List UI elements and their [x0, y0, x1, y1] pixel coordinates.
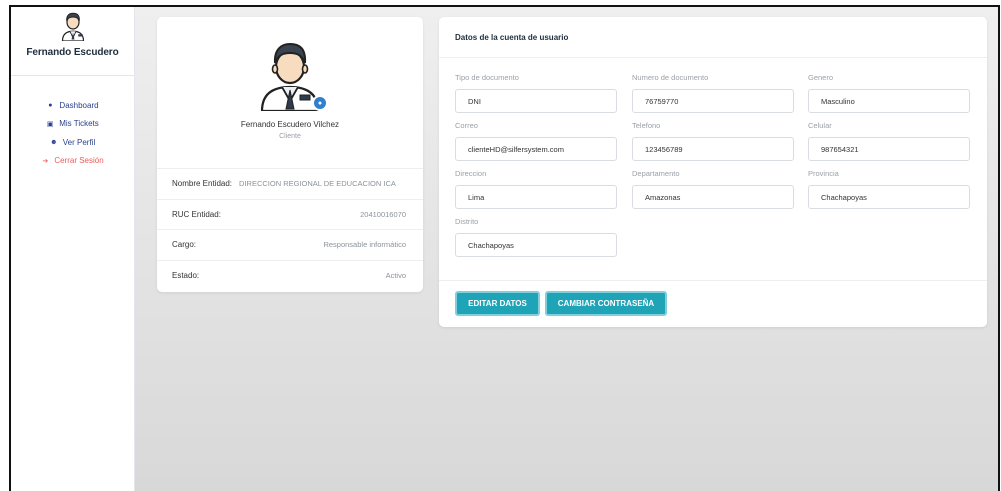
field-numero-documento: Numero de documento 76759770: [632, 73, 794, 113]
account-actions: EDITAR DATOS CAMBIAR CONTRASEÑA: [439, 280, 987, 327]
sidebar-menu: ● Dashboard ▣ Mis Tickets ☻ Ver Perfil ➔…: [11, 76, 134, 170]
field-label: Distrito: [455, 217, 479, 226]
profile-row-cargo: Cargo: Responsable informático: [157, 230, 423, 261]
account-fields: Tipo de documento DNI Numero de document…: [439, 58, 987, 280]
profile-header: ● Fernando Escudero Vilchez Cliente: [157, 17, 423, 169]
row-label: RUC Entidad:: [172, 209, 221, 219]
change-password-button[interactable]: CAMBIAR CONTRASEÑA: [545, 291, 667, 316]
field-celular: Celular 987654321: [808, 121, 970, 161]
profile-role: Cliente: [279, 133, 301, 140]
sidebar-item-cerrar-sesion[interactable]: ➔ Cerrar Sesión: [41, 152, 103, 171]
sidebar-user-name: Fernando Escudero: [26, 47, 119, 58]
provincia-input[interactable]: Chachapoyas: [808, 185, 970, 209]
sidebar-item-ver-perfil[interactable]: ☻ Ver Perfil: [50, 133, 95, 152]
numero-documento-input[interactable]: 76759770: [632, 89, 794, 113]
field-provincia: Provincia Chachapoyas: [808, 169, 970, 209]
sidebar-item-label: Ver Perfil: [62, 137, 96, 147]
field-label: Telefono: [632, 121, 661, 130]
telefono-input[interactable]: 123456789: [632, 137, 794, 161]
camera-icon[interactable]: ●: [312, 95, 328, 111]
row-label: Estado:: [172, 271, 200, 281]
sidebar: Fernando Escudero ● Dashboard ▣ Mis Tick…: [11, 7, 135, 491]
row-value: Activo: [385, 271, 406, 281]
account-card: Datos de la cuenta de usuario Tipo de do…: [439, 17, 987, 327]
user-avatar-icon: [61, 12, 84, 41]
field-label: Tipo de documento: [455, 73, 519, 82]
sidebar-item-label: Mis Tickets: [59, 119, 99, 129]
row-label: Nombre Entidad:: [172, 179, 233, 189]
field-label: Numero de documento: [632, 73, 709, 82]
field-correo: Correo clienteHD@silfersystem.com: [455, 121, 617, 161]
row-label: Cargo:: [172, 240, 197, 250]
celular-input[interactable]: 987654321: [808, 137, 970, 161]
field-telefono: Telefono 123456789: [632, 121, 794, 161]
users-icon: ☻: [50, 138, 58, 146]
distrito-input[interactable]: Chachapoyas: [455, 233, 617, 257]
home-icon: ●: [48, 101, 53, 109]
field-genero: Genero Masculino: [808, 73, 970, 113]
field-direccion: Direccion Lima: [455, 169, 617, 209]
sidebar-item-dashboard[interactable]: ● Dashboard: [46, 96, 98, 115]
tipo-documento-input[interactable]: DNI: [455, 89, 617, 113]
logout-icon: ➔: [42, 157, 49, 165]
sidebar-item-label: Dashboard: [59, 100, 99, 110]
profile-row-estado: Estado: Activo: [157, 261, 423, 292]
profile-card: ● Fernando Escudero Vilchez Cliente Nomb…: [157, 17, 423, 292]
direccion-input[interactable]: Lima: [455, 185, 617, 209]
field-tipo-documento: Tipo de documento DNI: [455, 73, 617, 113]
profile-row-ruc: RUC Entidad: 20410016070: [157, 200, 423, 230]
profile-full-name: Fernando Escudero Vilchez: [240, 120, 340, 129]
profile-avatar: ●: [254, 39, 328, 113]
genero-input[interactable]: Masculino: [808, 89, 970, 113]
sidebar-item-label: Cerrar Sesión: [54, 156, 104, 166]
field-distrito: Distrito Chachapoyas: [455, 217, 617, 257]
field-label: Provincia: [808, 169, 839, 178]
departamento-input[interactable]: Amazonas: [632, 185, 794, 209]
profile-row-entidad: Nombre Entidad: DIRECCION REGIONAL DE ED…: [157, 169, 423, 200]
row-value: 20410016070: [360, 209, 406, 219]
ticket-icon: ▣: [46, 120, 54, 128]
edit-data-button[interactable]: EDITAR DATOS: [455, 291, 540, 316]
correo-input[interactable]: clienteHD@silfersystem.com: [455, 137, 617, 161]
field-label: Correo: [455, 121, 478, 130]
field-label: Celular: [808, 121, 832, 130]
app-frame: Fernando Escudero ● Dashboard ▣ Mis Tick…: [9, 5, 1000, 491]
field-label: Direccion: [455, 169, 487, 178]
field-label: Genero: [808, 73, 834, 82]
main-content: ● Fernando Escudero Vilchez Cliente Nomb…: [135, 7, 998, 491]
sidebar-user: Fernando Escudero: [11, 7, 134, 76]
field-departamento: Departamento Amazonas: [632, 169, 794, 209]
row-value: Responsable informático: [323, 240, 406, 250]
row-value: DIRECCION REGIONAL DE EDUCACION ICA: [239, 179, 396, 189]
sidebar-item-mis-tickets[interactable]: ▣ Mis Tickets: [46, 115, 99, 134]
account-card-title: Datos de la cuenta de usuario: [439, 17, 987, 58]
field-label: Departamento: [632, 169, 680, 178]
